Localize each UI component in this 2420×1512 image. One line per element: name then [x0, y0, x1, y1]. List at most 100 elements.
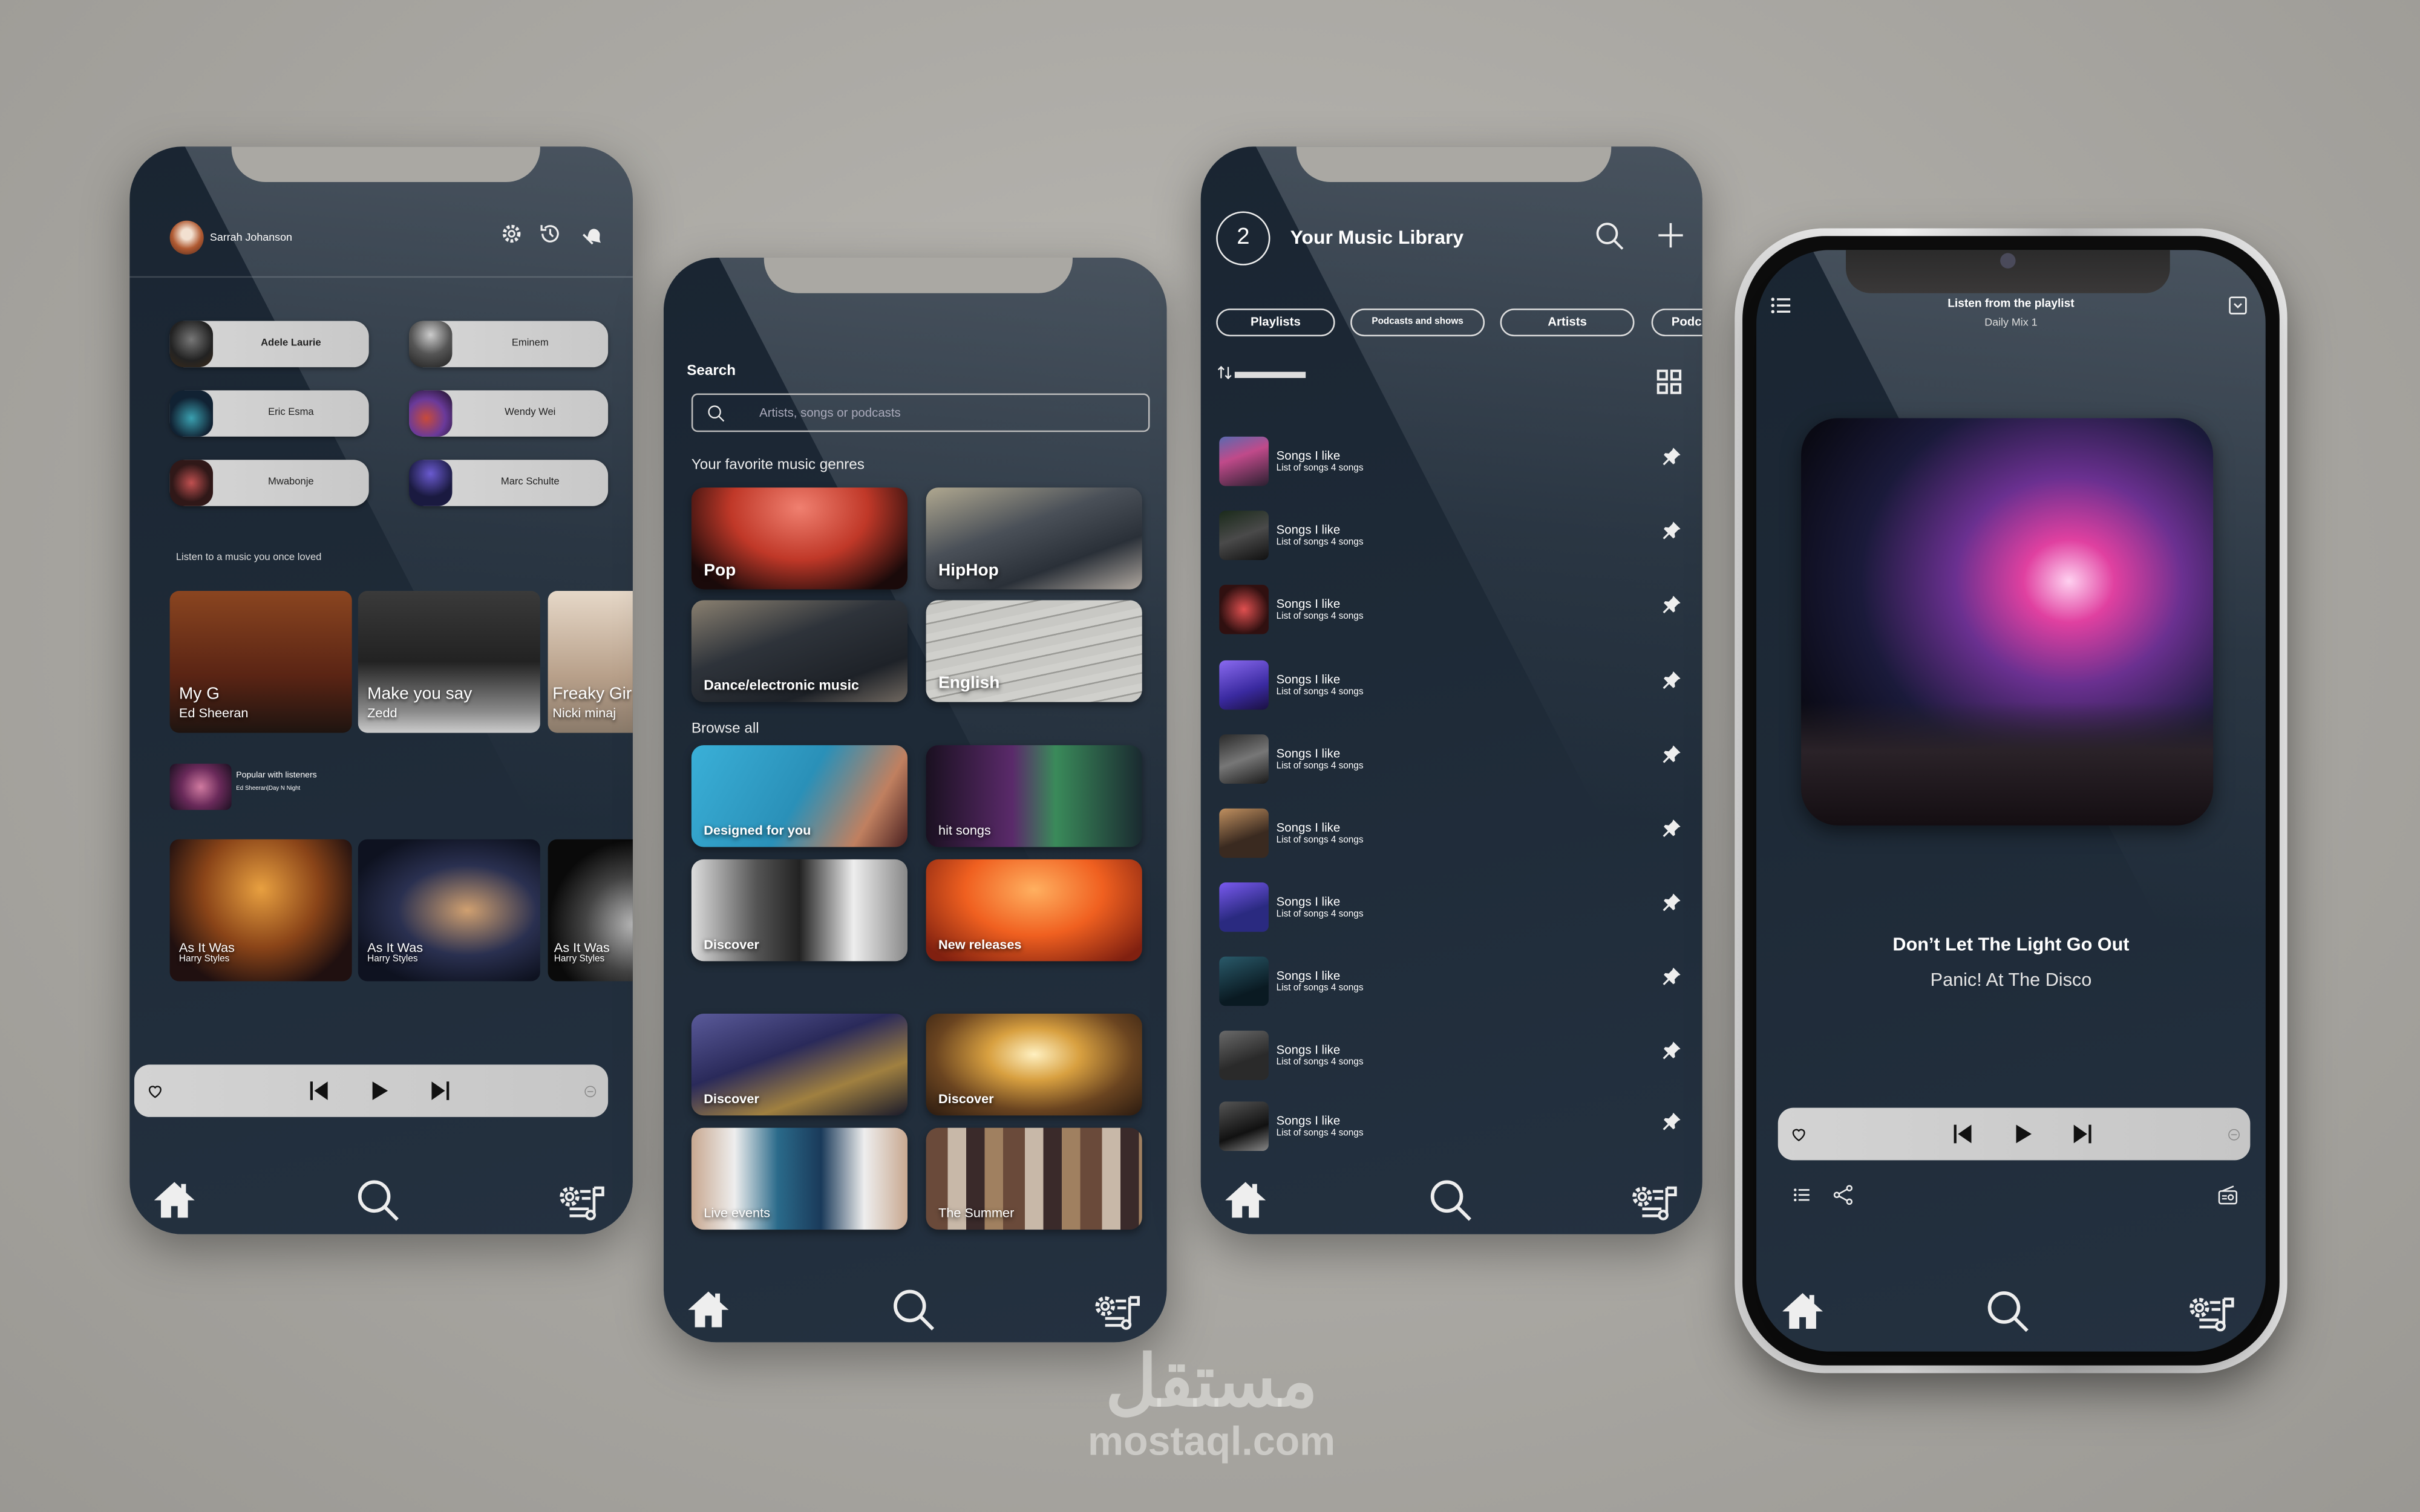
previous-icon[interactable]: [1951, 1122, 1975, 1147]
artist-pill[interactable]: Eric Esma: [169, 390, 369, 437]
home-icon[interactable]: [685, 1287, 732, 1334]
library-item[interactable]: Songs I like List of songs 4 songs: [1219, 510, 1702, 561]
profile-badge[interactable]: 2: [1216, 211, 1270, 266]
pin-icon[interactable]: [1661, 966, 1683, 988]
playlist-title: Songs I like: [1276, 821, 1341, 835]
library-item[interactable]: Songs I like List of songs 4 songs: [1219, 660, 1702, 710]
list-icon[interactable]: [1792, 1185, 1812, 1205]
browse-tile[interactable]: Designed for you: [691, 745, 908, 847]
music-settings-icon[interactable]: [1628, 1181, 1681, 1224]
pin-icon[interactable]: [1661, 1040, 1683, 1061]
tile-label: Dance/electronic music: [704, 677, 859, 693]
song-card[interactable]: Freaky Gir Nicki minaj: [548, 591, 633, 733]
play-icon[interactable]: [367, 1078, 392, 1103]
chip-artists[interactable]: Artists: [1500, 308, 1635, 337]
song-card[interactable]: As It Was Harry Styles: [548, 839, 633, 982]
tile-label: Live events: [704, 1205, 770, 1220]
pin-icon[interactable]: [1661, 744, 1683, 766]
song-card[interactable]: Make you say Zedd: [358, 591, 540, 733]
browse-tile[interactable]: The Summer: [926, 1127, 1142, 1230]
browse-tile[interactable]: New releases: [926, 859, 1142, 962]
radio-icon[interactable]: [2216, 1184, 2239, 1207]
search-icon[interactable]: [1985, 1288, 2032, 1335]
artist-name: Wendy Wei: [505, 407, 556, 419]
collapse-icon[interactable]: [2227, 295, 2249, 316]
chip-podcasts[interactable]: Podc: [1651, 308, 1702, 337]
tile-label: New releases: [938, 936, 1022, 952]
tile-label: Discover: [704, 936, 759, 952]
music-settings-icon[interactable]: [555, 1181, 608, 1224]
remove-icon[interactable]: [2227, 1128, 2241, 1142]
home-icon[interactable]: [1222, 1177, 1269, 1224]
music-settings-icon[interactable]: [2185, 1291, 2238, 1334]
search-icon[interactable]: [1594, 221, 1625, 252]
history-icon[interactable]: [538, 222, 561, 245]
music-settings-icon[interactable]: [1091, 1290, 1144, 1333]
genre-tile-dance[interactable]: Dance/electronic music: [691, 600, 908, 702]
home-icon[interactable]: [1779, 1288, 1826, 1335]
pin-icon[interactable]: [1661, 670, 1683, 691]
pin-icon[interactable]: [1661, 520, 1683, 542]
genre-tile-hiphop[interactable]: HipHop: [926, 487, 1142, 590]
library-item[interactable]: Songs I like List of songs 4 songs: [1219, 734, 1702, 784]
pin-icon[interactable]: [1661, 594, 1683, 616]
pin-icon[interactable]: [1661, 446, 1683, 468]
artist-pill[interactable]: Marc Schulte: [409, 460, 609, 506]
sort-bar[interactable]: [1234, 371, 1306, 377]
artist-name: Eric Esma: [268, 407, 314, 419]
section-title: Listen to a music you once loved: [175, 552, 322, 564]
browse-tile[interactable]: Discover: [691, 859, 908, 962]
watermark-logo: مستقل mostaql.com: [988, 1342, 1436, 1462]
avatar[interactable]: [169, 220, 204, 255]
genre-tile-english[interactable]: English: [926, 600, 1142, 702]
library-item[interactable]: Songs I like List of songs 4 songs: [1219, 584, 1702, 634]
heart-icon[interactable]: [146, 1083, 163, 1100]
artist-thumbnail: [409, 321, 453, 368]
genre-tile-pop[interactable]: Pop: [691, 487, 908, 590]
library-item[interactable]: Songs I like List of songs 4 songs: [1219, 1101, 1702, 1152]
browse-tile[interactable]: Discover: [926, 1014, 1142, 1116]
chip-podcasts-and-shows[interactable]: Podcasts and shows: [1350, 308, 1485, 337]
song-card[interactable]: As It Was Harry Styles: [169, 839, 352, 982]
next-icon[interactable]: [2070, 1122, 2095, 1147]
song-artist: Harry Styles: [178, 955, 230, 965]
pin-icon[interactable]: [1661, 1111, 1683, 1133]
playlist-subtitle: List of songs 4 songs: [1276, 1058, 1364, 1068]
library-item[interactable]: Songs I like List of songs 4 songs: [1219, 1031, 1702, 1080]
next-icon[interactable]: [428, 1078, 453, 1103]
search-icon[interactable]: [891, 1287, 937, 1334]
search-icon[interactable]: [1428, 1177, 1474, 1224]
browse-tile[interactable]: Live events: [691, 1127, 908, 1230]
artist-pill[interactable]: Mwabonje: [169, 460, 369, 506]
song-card[interactable]: My G Ed Sheeran: [169, 591, 352, 733]
grid-view-icon[interactable]: [1655, 367, 1684, 396]
search-input[interactable]: Artists, songs or podcasts: [691, 393, 1150, 432]
sort-icon[interactable]: [1216, 364, 1233, 381]
library-item[interactable]: Songs I like List of songs 4 songs: [1219, 882, 1702, 932]
artist-pill[interactable]: Adele Laurie: [169, 321, 369, 368]
tile-label: Pop: [704, 561, 736, 581]
chip-playlists[interactable]: Playlists: [1216, 308, 1335, 337]
previous-icon[interactable]: [307, 1078, 332, 1103]
song-card[interactable]: As It Was Harry Styles: [358, 839, 540, 982]
library-item[interactable]: Songs I like List of songs 4 songs: [1219, 436, 1702, 486]
library-item[interactable]: Songs I like List of songs 4 songs: [1219, 956, 1702, 1006]
settings-icon[interactable]: [500, 222, 523, 245]
remove-icon[interactable]: [583, 1084, 597, 1098]
browse-tile[interactable]: hit songs: [926, 745, 1142, 847]
artist-pill[interactable]: Wendy Wei: [409, 390, 609, 437]
library-item[interactable]: Songs I like List of songs 4 songs: [1219, 808, 1702, 858]
pin-icon[interactable]: [1661, 891, 1683, 913]
popular-thumbnail[interactable]: [169, 763, 232, 810]
home-icon[interactable]: [151, 1177, 198, 1224]
pin-icon[interactable]: [1661, 818, 1683, 839]
artist-pill[interactable]: Eminem: [409, 321, 609, 368]
artist-name: Eminem: [511, 337, 549, 349]
notifications-off-icon[interactable]: [580, 222, 605, 247]
add-icon[interactable]: [1656, 221, 1685, 250]
play-icon[interactable]: [2011, 1122, 2036, 1147]
browse-tile[interactable]: Discover: [691, 1014, 908, 1116]
share-icon[interactable]: [1832, 1184, 1855, 1207]
search-icon[interactable]: [355, 1177, 402, 1224]
heart-icon[interactable]: [1790, 1126, 1807, 1143]
